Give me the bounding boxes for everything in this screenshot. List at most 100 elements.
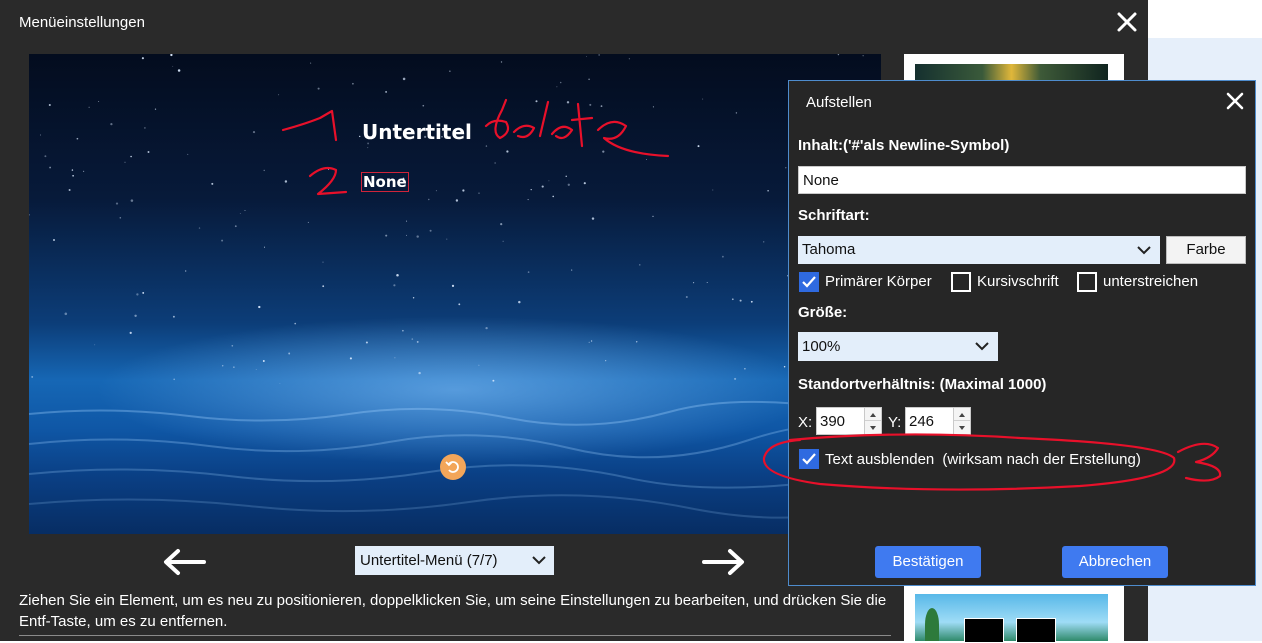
stepper-down-icon[interactable] [865, 421, 881, 434]
star [48, 103, 51, 107]
y-stepper[interactable]: 246 [905, 407, 971, 435]
y-value: 246 [909, 413, 935, 430]
star [639, 264, 641, 266]
font-select-value: Tahoma [802, 241, 856, 258]
stepper-up-icon[interactable] [954, 408, 970, 421]
star [734, 377, 737, 380]
star [565, 175, 567, 177]
star [418, 371, 421, 375]
star [82, 170, 85, 173]
starfield [29, 54, 864, 384]
palm-tree-shape [925, 608, 939, 641]
star [263, 246, 266, 248]
star [722, 255, 724, 258]
position-label: Standortverhältnis: (Maximal 1000) [798, 376, 1047, 393]
bold-checkbox[interactable] [799, 272, 819, 292]
star [646, 159, 648, 161]
star [462, 189, 465, 192]
star [233, 366, 235, 368]
color-button[interactable]: Farbe [1166, 236, 1246, 264]
star [706, 282, 708, 283]
content-input[interactable] [798, 166, 1246, 194]
star [589, 103, 592, 106]
star [652, 215, 654, 218]
star [263, 169, 265, 172]
star [231, 344, 234, 347]
stepper-buttons [953, 408, 970, 434]
font-select[interactable]: Tahoma [798, 236, 1160, 264]
star [76, 137, 79, 140]
star [506, 150, 509, 153]
help-text: Ziehen Sie ein Element, um es neu zu pos… [19, 592, 887, 630]
hide-text-label: Text ausblenden (wirksam nach der Erstel… [825, 451, 1141, 468]
star [221, 239, 224, 242]
star [402, 77, 406, 81]
dialog-title: Aufstellen [806, 94, 872, 111]
star [530, 188, 532, 191]
star [130, 199, 134, 202]
star [635, 341, 638, 343]
menu-thumbnail[interactable] [915, 594, 1108, 643]
star [494, 162, 496, 164]
star [767, 189, 769, 192]
star [136, 293, 139, 296]
star [567, 183, 570, 186]
hide-text-label-main: Text ausblenden [825, 451, 935, 468]
stepper-buttons [864, 408, 881, 434]
star [693, 282, 695, 284]
star [310, 62, 312, 64]
star [394, 357, 396, 359]
star [177, 69, 181, 72]
menu-page-select-value: Untertitel-Menü (7/7) [360, 552, 498, 569]
size-label: Größe: [798, 304, 848, 321]
star [52, 238, 56, 242]
star [744, 368, 746, 370]
star [393, 284, 396, 287]
star [685, 295, 688, 299]
star [402, 329, 404, 332]
star [458, 303, 461, 306]
star [252, 131, 256, 134]
confirm-button[interactable]: Bestätigen [875, 546, 981, 578]
star [559, 81, 562, 84]
star [352, 82, 354, 85]
stepper-up-icon[interactable] [865, 408, 881, 421]
size-select-value: 100% [802, 338, 841, 355]
hide-text-checkbox[interactable] [799, 449, 819, 469]
reset-handle-icon[interactable] [440, 454, 466, 480]
star [485, 145, 488, 147]
italic-checkbox[interactable] [951, 272, 971, 292]
next-arrow-icon[interactable] [700, 546, 748, 578]
star [600, 105, 603, 107]
star [527, 271, 530, 273]
stepper-down-icon[interactable] [954, 421, 970, 434]
underline-checkbox-label: unterstreichen [1103, 273, 1199, 290]
x-stepper[interactable]: 390 [816, 407, 882, 435]
star [322, 285, 325, 288]
underline-checkbox[interactable] [1077, 272, 1097, 292]
close-icon[interactable] [1113, 10, 1141, 36]
star [141, 57, 144, 60]
cancel-button[interactable]: Abbrechen [1062, 546, 1168, 578]
preview-selected-item[interactable]: None [361, 172, 409, 192]
star [598, 54, 600, 56]
x-value: 390 [820, 413, 846, 430]
size-select[interactable]: 100% [798, 332, 998, 361]
chevron-down-icon [975, 342, 989, 351]
preview-subtitle-label[interactable]: Untertitel [362, 120, 472, 144]
star [244, 210, 246, 211]
star [862, 55, 864, 57]
star [211, 182, 214, 185]
star [72, 174, 74, 177]
star [262, 360, 265, 362]
star [29, 213, 30, 216]
star [278, 94, 280, 96]
menu-page-select[interactable]: Untertitel-Menü (7/7) [355, 546, 554, 575]
star [590, 340, 593, 342]
star [750, 300, 753, 303]
close-icon[interactable] [1224, 90, 1246, 112]
star [187, 153, 189, 155]
menu-preview-canvas[interactable]: Untertitel None [29, 54, 881, 534]
previous-arrow-icon[interactable] [160, 546, 208, 578]
star [735, 112, 738, 114]
